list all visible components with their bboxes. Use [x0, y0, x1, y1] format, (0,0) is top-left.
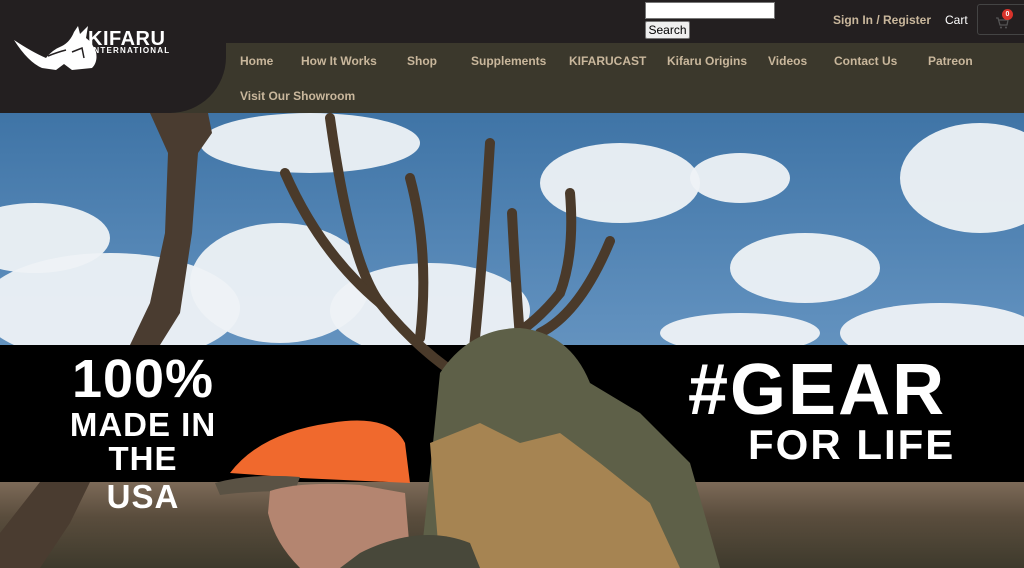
logo-subtitle: INTERNATIONAL	[90, 46, 171, 55]
hero-made-line-1: 100%	[71, 349, 215, 409]
nav-how-it-works[interactable]: How It Works	[301, 54, 377, 68]
search-button[interactable]: Search	[645, 21, 690, 39]
cart-count-badge: 0	[1002, 9, 1013, 20]
sign-in-register-link[interactable]: Sign In / Register	[833, 13, 931, 27]
search-input[interactable]	[645, 2, 775, 19]
nav-kifarucast[interactable]: KIFARUCAST	[569, 54, 646, 68]
nav-shop[interactable]: Shop	[407, 54, 437, 68]
nav-home[interactable]: Home	[240, 54, 273, 68]
logo-panel[interactable]: KIFARU INTERNATIONAL	[0, 0, 226, 113]
hero-made-line-2: MADE IN	[69, 406, 217, 443]
nav-videos[interactable]: Videos	[768, 54, 807, 68]
nav-visit-showroom[interactable]: Visit Our Showroom	[240, 89, 355, 103]
nav-kifaru-origins[interactable]: Kifaru Origins	[667, 54, 747, 68]
orange-cap	[230, 420, 410, 483]
antlers	[280, 113, 615, 388]
dead-tree	[130, 113, 212, 345]
rhino-logo-icon	[14, 26, 97, 70]
cart-link[interactable]: Cart	[945, 13, 968, 27]
nav-contact-us[interactable]: Contact Us	[834, 54, 897, 68]
hero-gear-line-2: FOR LIFE	[748, 421, 956, 468]
hero-gear-line-1: #GEAR	[688, 350, 947, 430]
hero-banner: 100% MADE IN THE USA #GEAR FOR LIFE	[0, 113, 1024, 568]
nav-patreon[interactable]: Patreon	[928, 54, 973, 68]
nav-supplements[interactable]: Supplements	[471, 54, 546, 68]
hero-made-line-3: THE USA	[106, 440, 180, 515]
